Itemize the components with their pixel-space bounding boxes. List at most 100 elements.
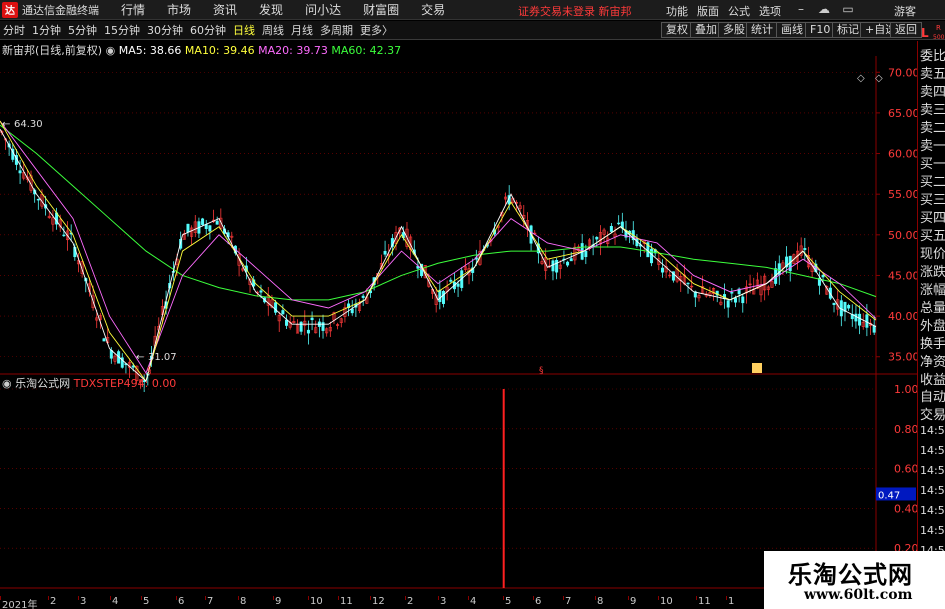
date-axis: 2021年 2 3 4 5 6 7 8 9 10 11 12 2 3 4 5 6 7 8 9 10 11 1 [0, 596, 765, 609]
restore-icon[interactable]: ▭ [840, 2, 856, 16]
quote-field-label: 买四 [920, 211, 945, 226]
date-tick-label: 4 [470, 596, 477, 607]
title-bar: 达 通达信金融终端 行情 市场 资讯 发现 问小达 财富圈 交易 证券交易未登录… [0, 0, 945, 20]
current-value-label: 0.47 [878, 490, 900, 501]
tab-30min[interactable]: 30分钟 [147, 22, 183, 38]
back-button[interactable]: 返回 [890, 22, 922, 38]
candle-body [441, 291, 445, 304]
date-tick-label: 4 [112, 596, 119, 607]
tab-multi-period[interactable]: 多周期 [320, 22, 353, 38]
candle-body [730, 292, 734, 294]
menu-layout[interactable]: 版面 [697, 3, 719, 19]
ma-line-ma20 [0, 120, 877, 374]
app-logo-icon: 达 [2, 1, 18, 18]
quote-field-label: 自动 [920, 390, 945, 405]
menu-ask[interactable]: 问小达 [305, 1, 341, 18]
tab-intraday[interactable]: 分时 [3, 22, 25, 38]
candle-body [609, 226, 613, 232]
date-tick-label: 9 [630, 596, 637, 607]
zoom-in-icon: ◇ [875, 73, 883, 84]
candle-body [201, 218, 205, 225]
subchart-settings-icon[interactable]: ◉ [2, 377, 15, 390]
chart-grid [0, 56, 917, 596]
candle-body [726, 300, 730, 308]
cloud-icon[interactable]: ☁ [816, 2, 832, 16]
price-tick-label: 70.00 [888, 66, 917, 79]
candle-body [102, 338, 106, 342]
candle-body [383, 250, 387, 255]
tab-more[interactable]: 更多〉 [360, 22, 393, 38]
date-tick-label: 10 [310, 596, 323, 607]
price-tick-label: 65.00 [888, 107, 917, 120]
candle-body [584, 251, 588, 258]
quote-field-label: 换手 [920, 337, 945, 352]
date-tick-mark [205, 596, 206, 600]
candle-body [617, 222, 621, 225]
candle-body [215, 220, 219, 225]
period-toolbar: 分时 1分钟 5分钟 15分钟 30分钟 60分钟 日线 周线 月线 多周期 更… [0, 21, 945, 40]
date-tick-label: 2 [50, 596, 57, 607]
quote-field-label: 委比 [920, 49, 945, 64]
indicator-value: TDXSTEP494: 0.00 [73, 377, 177, 390]
candle-body [733, 297, 737, 303]
candle-body [299, 321, 303, 332]
f10-button[interactable]: F10 [805, 22, 836, 38]
quote-field-label: 现价 [920, 247, 945, 262]
menu-wealth[interactable]: 财富圈 [363, 1, 399, 18]
quote-field-label: 总量 [920, 301, 945, 316]
date-tick-mark [726, 596, 727, 600]
menu-trade[interactable]: 交易 [421, 1, 445, 18]
candle-body [821, 274, 825, 278]
high-arrow-icon: ← [2, 119, 10, 130]
login-notice[interactable]: 证券交易未登录 新宙邦 [518, 3, 632, 19]
lr-badge[interactable]: L R 500 [919, 23, 945, 41]
candle-body [361, 295, 365, 298]
date-tick-mark [405, 596, 406, 600]
menu-news[interactable]: 资讯 [213, 1, 237, 18]
badge-l: L [921, 26, 929, 40]
zoom-out-icon: ◇ [857, 73, 865, 84]
trade-time: 14:56 [920, 484, 945, 497]
stats-button[interactable]: 统计 [746, 22, 778, 38]
tab-monthly[interactable]: 月线 [291, 22, 313, 38]
tab-60min[interactable]: 60分钟 [190, 22, 226, 38]
tab-1min[interactable]: 1分钟 [32, 22, 61, 38]
tab-5min[interactable]: 5分钟 [68, 22, 97, 38]
tab-15min[interactable]: 15分钟 [104, 22, 140, 38]
date-tick-mark [628, 596, 629, 600]
app-title: 通达信金融终端 [22, 3, 99, 17]
date-tick-label: 6 [535, 596, 542, 607]
tab-daily[interactable]: 日线 [233, 22, 255, 38]
date-tick-label: 1 [728, 596, 735, 607]
menu-quotes[interactable]: 行情 [121, 1, 145, 18]
price-tick-label: 50.00 [888, 229, 917, 242]
candle-body [741, 296, 745, 304]
adjust-button[interactable]: 复权 [661, 22, 693, 38]
kline-chart[interactable]: 70.00 65.00 60.00 55.00 50.00 45.00 40.00 35.00… [0, 56, 917, 596]
quote-side-panel: 委比 卖五 卖四 卖三 卖二 卖一 买一 买二 买三 买四 买五 现价 涨跌 涨幅 总量 外盘 换手 净资 收益 自动… [917, 41, 945, 609]
menu-formula[interactable]: 公式 [728, 3, 750, 19]
guest-label[interactable]: 游客 [894, 3, 916, 19]
price-axis: 70.00 65.00 60.00 55.00 50.00 45.00 40.00 35.00 [876, 66, 917, 364]
date-tick-mark [468, 596, 469, 600]
candle-body [204, 224, 208, 230]
formula-source: 乐淘公式网 [15, 377, 71, 390]
price-tick-label: 60.00 [888, 148, 917, 161]
menu-market[interactable]: 市场 [167, 1, 191, 18]
date-tick-mark [48, 596, 49, 600]
date-tick-label: 5 [505, 596, 512, 607]
date-tick-label: 12 [372, 596, 385, 607]
date-tick-label: 6 [178, 596, 185, 607]
candle-body [36, 198, 40, 201]
menu-options[interactable]: 选项 [759, 3, 781, 19]
candle-body [686, 282, 690, 285]
indicator-tick-label: 1.00 [894, 383, 917, 396]
minimize-icon[interactable]: – [793, 2, 809, 16]
draw-button[interactable]: 画线 [776, 22, 808, 38]
candle-body [438, 289, 442, 303]
tab-weekly[interactable]: 周线 [262, 22, 284, 38]
menu-discover[interactable]: 发现 [259, 1, 283, 18]
menu-function[interactable]: 功能 [666, 3, 688, 19]
date-tick-mark [370, 596, 371, 600]
date-tick-label: 11 [698, 596, 711, 607]
